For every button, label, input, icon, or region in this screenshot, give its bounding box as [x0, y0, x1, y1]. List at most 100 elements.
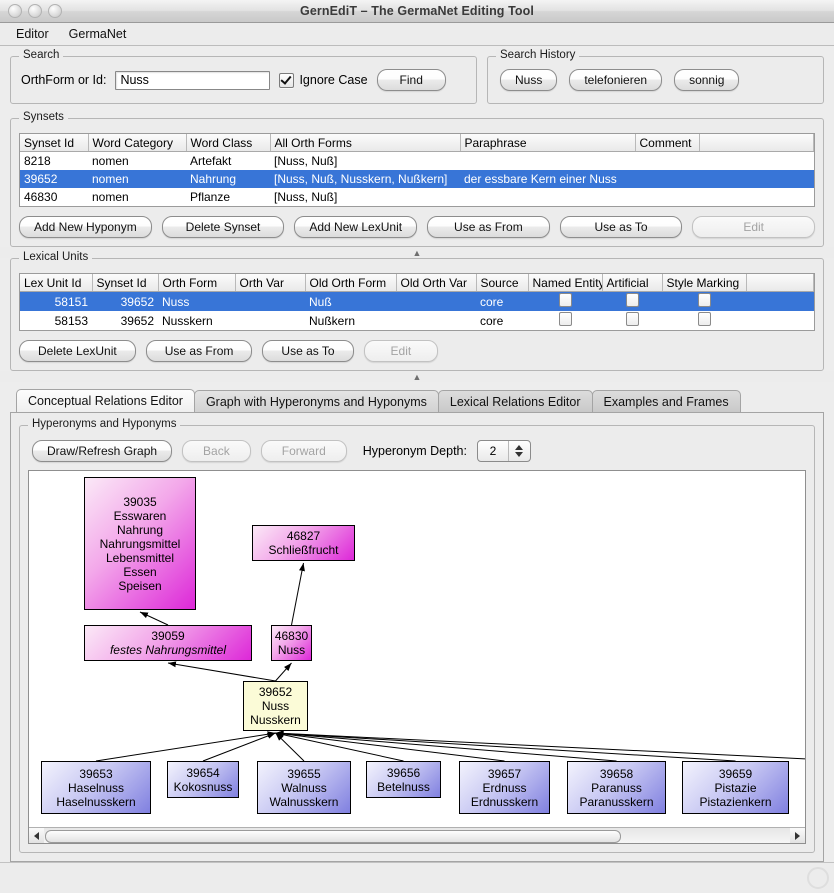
spinner-up-icon[interactable]	[515, 445, 524, 450]
tab-lexical-relations-editor[interactable]: Lexical Relations Editor	[437, 390, 593, 412]
named-entity-checkbox[interactable]	[558, 312, 572, 326]
table-row[interactable]: 39652 nomen Nahrung [Nuss, Nuß, Nusskern, N…	[20, 170, 814, 188]
synsets-table[interactable]: Synset Id Word Category Word Class All Orth…	[20, 134, 814, 206]
lexical-units-body[interactable]: 58151 39652 Nuss Nuß core 58153 39652 Nusskern N…	[20, 291, 814, 331]
lexunits-col-9[interactable]: Style Marking	[662, 274, 747, 292]
lexunits-col-8[interactable]: Artificial	[602, 274, 663, 292]
find-button[interactable]: Find	[376, 69, 446, 91]
table-cell[interactable]	[602, 291, 662, 311]
table-cell: core	[476, 291, 528, 311]
forward-button[interactable]: Forward	[260, 440, 347, 462]
graph-canvas[interactable]: 39035 Esswaren Nahrung Nahrungsmittel Lebens…	[29, 471, 805, 827]
spinner-arrows[interactable]	[509, 441, 530, 461]
scrollbar-track[interactable]	[44, 828, 790, 843]
artificial-checkbox[interactable]	[625, 312, 639, 326]
graph-node-39653[interactable]: 39653 Haselnuss Haselnusskern	[41, 761, 151, 814]
table-cell[interactable]	[528, 291, 602, 311]
lexunits-col-7[interactable]: Named Entity	[528, 274, 603, 292]
table-row[interactable]: 58151 39652 Nuss Nuß core	[20, 291, 814, 311]
minimize-button-icon[interactable]	[28, 4, 42, 18]
split-divider-top[interactable]: ▲	[0, 247, 834, 258]
history-button-sonnig[interactable]: sonnig	[674, 69, 740, 91]
graph-node-39655[interactable]: 39655 Walnuss Walnusskern	[257, 761, 351, 814]
lexunits-col-5[interactable]: Old Orth Var	[396, 274, 477, 292]
status-bar	[0, 862, 834, 893]
use-as-from-button[interactable]: Use as From	[145, 340, 253, 362]
spinner-down-icon[interactable]	[515, 452, 524, 457]
graph-horizontal-scrollbar[interactable]	[29, 827, 805, 843]
back-button[interactable]: Back	[182, 440, 251, 462]
lexunits-col-3[interactable]: Orth Var	[235, 274, 306, 292]
synsets-col-4[interactable]: Paraphrase	[460, 134, 636, 152]
window-controls[interactable]	[0, 4, 62, 18]
lexunits-col-2[interactable]: Orth Form	[158, 274, 236, 292]
hyperonym-depth-value[interactable]: 2	[478, 441, 509, 461]
draw-refresh-graph-button[interactable]: Draw/Refresh Graph	[32, 440, 173, 462]
synsets-col-5[interactable]: Comment	[635, 134, 700, 152]
graph-node-39654[interactable]: 39654 Kokosnuss	[167, 761, 239, 798]
scroll-right-button[interactable]	[790, 828, 805, 843]
lexunits-col-4[interactable]: Old Orth Form	[305, 274, 397, 292]
graph-node-39652[interactable]: 39652 Nuss Nusskern	[243, 681, 308, 731]
add-new-lexunit-button[interactable]: Add New LexUnit	[294, 216, 418, 238]
style-marking-checkbox[interactable]	[697, 312, 711, 326]
table-row[interactable]: 8218 nomen Artefakt [Nuss, Nuß]	[20, 152, 814, 171]
graph-node-46830[interactable]: 46830 Nuss	[271, 625, 312, 661]
delete-synset-button[interactable]: Delete Synset	[161, 216, 285, 238]
zoom-button-icon[interactable]	[48, 4, 62, 18]
history-button-nuss[interactable]: Nuss	[500, 69, 558, 91]
table-cell[interactable]	[528, 311, 602, 330]
table-cell[interactable]	[662, 311, 746, 330]
graph-node-39656[interactable]: 39656 Betelnuss	[366, 761, 441, 798]
split-divider-bottom[interactable]: ▲	[0, 371, 834, 382]
synsets-table-container[interactable]: Synset Id Word Category Word Class All Orth…	[19, 133, 815, 207]
search-input[interactable]	[115, 70, 271, 90]
use-as-to-button[interactable]: Use as To	[559, 216, 683, 238]
scroll-left-button[interactable]	[29, 828, 44, 843]
synsets-col-1[interactable]: Word Category	[88, 134, 187, 152]
arrow-left-icon	[34, 831, 39, 840]
add-new-hyponym-button[interactable]: Add New Hyponym	[19, 216, 152, 238]
use-as-from-button[interactable]: Use as From	[427, 216, 550, 238]
lexunits-col-0[interactable]: Lex Unit Id	[20, 274, 93, 292]
use-as-to-button[interactable]: Use as To	[262, 340, 354, 362]
menu-editor[interactable]: Editor	[8, 25, 57, 43]
ignore-case-checkbox[interactable]: Ignore Case	[279, 72, 368, 88]
tab-graph-with-hyperonyms-and-hyponyms[interactable]: Graph with Hyperonyms and Hyponyms	[193, 390, 439, 412]
scrollbar-thumb[interactable]	[45, 830, 622, 843]
style-marking-checkbox[interactable]	[697, 293, 711, 307]
graph-node-46827[interactable]: 46827 Schließfrucht	[252, 525, 355, 561]
close-button-icon[interactable]	[8, 4, 22, 18]
artificial-checkbox[interactable]	[625, 293, 639, 307]
tab-examples-and-frames[interactable]: Examples and Frames	[591, 390, 741, 412]
resize-grip-icon[interactable]	[807, 867, 829, 889]
table-cell[interactable]	[602, 311, 662, 330]
hyperonym-depth-spinner[interactable]: 2	[476, 440, 531, 462]
table-row[interactable]: 58153 39652 Nusskern Nußkern core	[20, 311, 814, 330]
table-cell: Artefakt	[190, 154, 232, 168]
lexunits-col-1[interactable]: Synset Id	[92, 274, 159, 292]
graph-scroll-pane[interactable]: 39035 Esswaren Nahrung Nahrungsmittel Lebens…	[28, 470, 806, 844]
table-cell[interactable]	[662, 291, 746, 311]
edit-button[interactable]: Edit	[363, 340, 439, 362]
synsets-body[interactable]: 8218 nomen Artefakt [Nuss, Nuß] 39652 nomen Na…	[20, 152, 814, 207]
graph-node-39059[interactable]: 39059 festes Nahrungsmittel	[84, 625, 252, 661]
lexical-units-table-container[interactable]: Lex Unit Id Synset Id Orth Form Orth Var Old…	[19, 273, 815, 331]
graph-node-39659[interactable]: 39659 Pistazie Pistazienkern	[682, 761, 789, 814]
table-row[interactable]: 46830 nomen Pflanze [Nuss, Nuß]	[20, 188, 814, 206]
lexunits-col-6[interactable]: Source	[476, 274, 529, 292]
graph-node-39657[interactable]: 39657 Erdnuss Erdnusskern	[459, 761, 550, 814]
graph-node-39658[interactable]: 39658 Paranuss Paranusskern	[567, 761, 666, 814]
tab-conceptual-relations-editor[interactable]: Conceptual Relations Editor	[16, 389, 195, 412]
synsets-col-0[interactable]: Synset Id	[20, 134, 89, 152]
menu-germanet[interactable]: GermaNet	[61, 25, 135, 43]
checkbox-icon[interactable]	[279, 72, 295, 88]
named-entity-checkbox[interactable]	[558, 293, 572, 307]
synsets-col-2[interactable]: Word Class	[186, 134, 271, 152]
edit-button[interactable]: Edit	[692, 216, 815, 238]
delete-lexunit-button[interactable]: Delete LexUnit	[19, 340, 136, 362]
history-button-telefonieren[interactable]: telefonieren	[569, 69, 663, 91]
graph-node-39035[interactable]: 39035 Esswaren Nahrung Nahrungsmittel Lebens…	[84, 477, 196, 610]
lexical-units-table[interactable]: Lex Unit Id Synset Id Orth Form Orth Var Old…	[20, 274, 814, 330]
synsets-col-3[interactable]: All Orth Forms	[270, 134, 461, 152]
